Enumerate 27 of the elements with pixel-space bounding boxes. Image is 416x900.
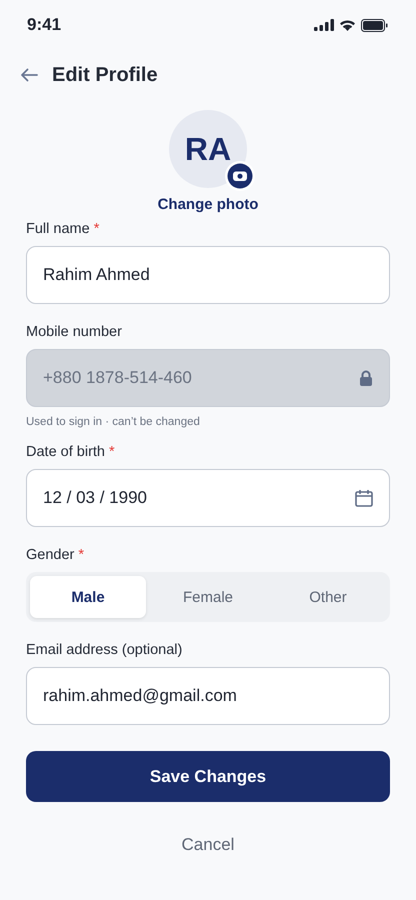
- signal-icon: [314, 19, 334, 31]
- input-field[interactable]: 12 / 03 / 1990: [26, 469, 390, 527]
- input-field[interactable]: Rahim Ahmed: [26, 246, 390, 304]
- field-label: Date of birth *: [26, 444, 116, 460]
- calendar-icon: [355, 489, 373, 507]
- status-time: 9:41: [27, 15, 62, 35]
- back-arrow-icon: [20, 68, 38, 82]
- field-label: Gender *: [26, 547, 86, 563]
- avatar-initials: RA: [184, 130, 232, 168]
- lock-icon: [359, 370, 373, 386]
- gender-option[interactable]: Female: [150, 576, 266, 618]
- gender-option[interactable]: Male: [30, 576, 146, 618]
- field-hint: Used to sign in · can’t be changed: [26, 416, 201, 428]
- cancel-button[interactable]: Cancel: [182, 835, 234, 855]
- camera-button[interactable]: [225, 161, 255, 191]
- back-button[interactable]: [20, 68, 38, 82]
- wifi-icon: [339, 19, 356, 31]
- input-field[interactable]: rahim.ahmed@gmail.com: [26, 667, 390, 725]
- field-label: Mobile number: [26, 324, 123, 340]
- page-title: Edit Profile: [52, 64, 158, 86]
- battery-icon: [361, 18, 388, 32]
- field-label: Full name *: [26, 221, 100, 237]
- save-button[interactable]: Save Changes: [26, 751, 390, 802]
- change-photo-link[interactable]: Change photo: [158, 196, 258, 213]
- field-label: Email address (optional): [26, 642, 184, 658]
- camera-icon: [227, 163, 253, 189]
- gender-option[interactable]: Other: [270, 576, 386, 618]
